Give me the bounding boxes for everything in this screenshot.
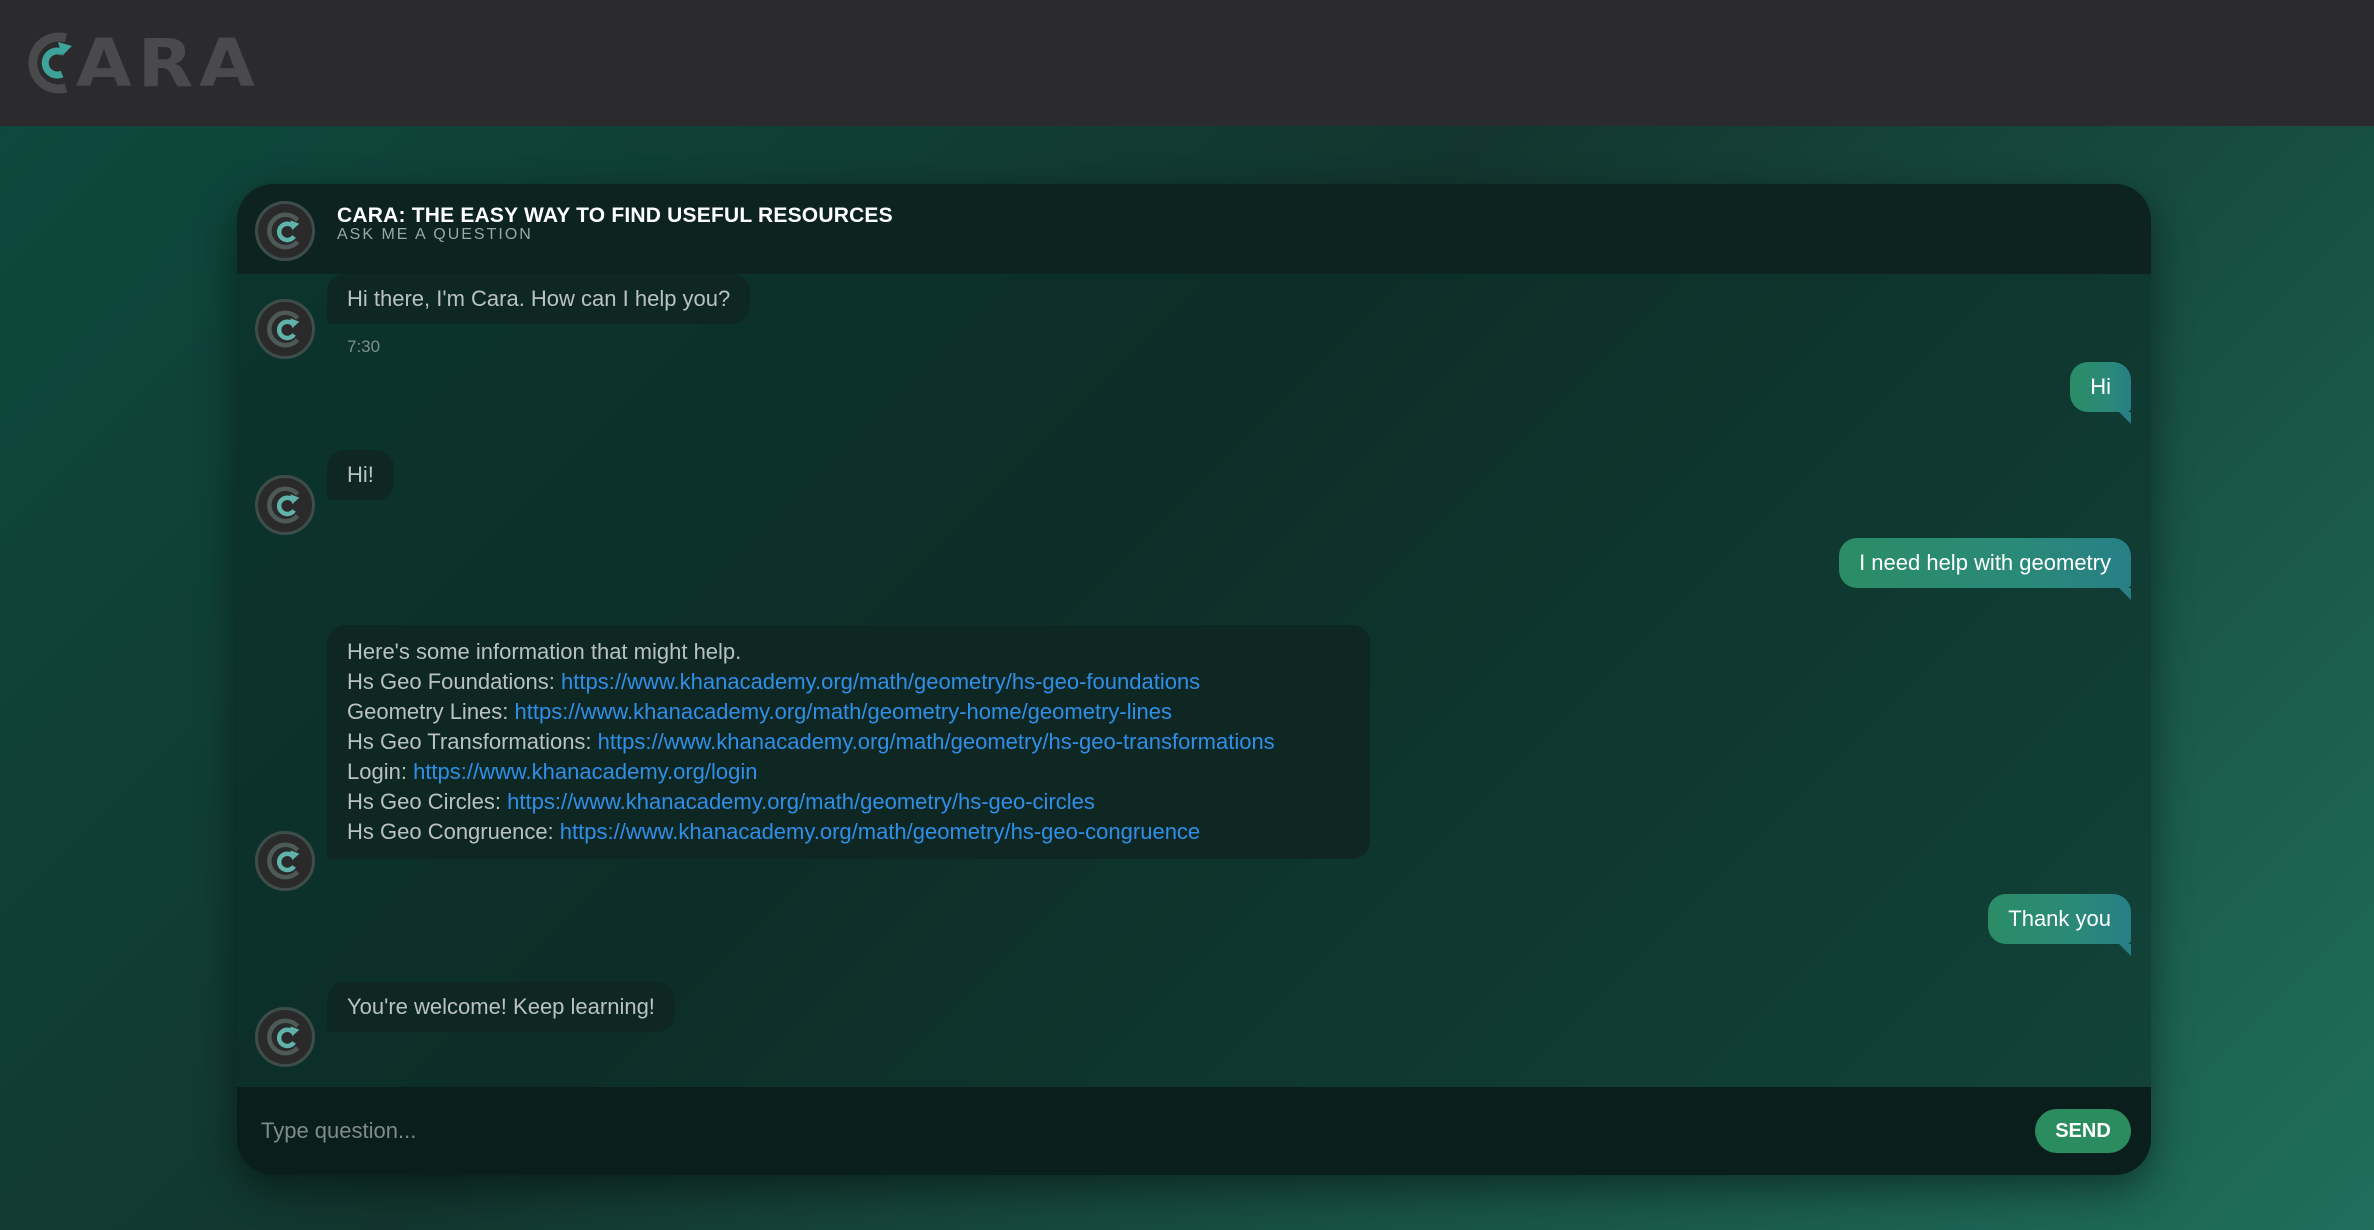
bubble-tail <box>2119 412 2131 424</box>
bubble-tail <box>2119 944 2131 956</box>
resources-intro: Here's some information that might help. <box>347 639 742 664</box>
cara-avatar-icon <box>255 1007 315 1067</box>
message-timestamp: 7:30 <box>347 337 381 356</box>
chat-window: CARA: THE EASY WAY TO FIND USEFUL RESOUR… <box>237 184 2151 1175</box>
cara-logo-icon <box>28 32 72 94</box>
resource-label: Hs Geo Circles: <box>347 789 502 814</box>
resource-link[interactable]: https://www.khanacademy.org/math/geometr… <box>515 699 1172 724</box>
resource-item: Hs Geo Foundations: https://www.khanacad… <box>347 667 1350 697</box>
resource-link[interactable]: https://www.khanacademy.org/login <box>413 759 757 784</box>
question-input[interactable] <box>261 1111 2011 1151</box>
resource-link[interactable]: https://www.khanacademy.org/math/geometr… <box>560 819 1200 844</box>
resource-label: Hs Geo Transformations: <box>347 729 592 754</box>
resource-item: Hs Geo Congruence: https://www.khanacade… <box>347 817 1350 847</box>
cara-avatar-icon <box>255 201 315 261</box>
resource-label: Hs Geo Congruence: <box>347 819 554 844</box>
top-bar: ARA <box>0 0 2374 126</box>
message-list[interactable]: Hi there, I'm Cara. How can I help you? … <box>237 274 2151 1070</box>
user-message: Hi <box>2070 362 2131 412</box>
resource-link[interactable]: https://www.khanacademy.org/math/geometr… <box>561 669 1200 694</box>
logo-text: ARA <box>76 24 261 102</box>
bot-message: Hi there, I'm Cara. How can I help you? <box>327 274 751 324</box>
chat-title: CARA: THE EASY WAY TO FIND USEFUL RESOUR… <box>337 204 893 227</box>
send-button[interactable]: SEND <box>2035 1109 2131 1153</box>
bot-resources-message: Here's some information that might help.… <box>327 625 1370 859</box>
resource-item: Login: https://www.khanacademy.org/login <box>347 757 1350 787</box>
cara-avatar-icon <box>255 475 315 535</box>
resource-link[interactable]: https://www.khanacademy.org/math/geometr… <box>507 789 1095 814</box>
chat-subtitle: ASK ME A QUESTION <box>337 226 533 243</box>
bubble-tail <box>2119 588 2131 600</box>
user-message: I need help with geometry <box>1839 538 2131 588</box>
cara-logo[interactable]: ARA <box>28 28 261 98</box>
resource-item: Hs Geo Transformations: https://www.khan… <box>347 727 1350 757</box>
resource-item: Geometry Lines: https://www.khanacademy.… <box>347 697 1350 727</box>
user-message: Thank you <box>1988 894 2131 944</box>
resource-label: Hs Geo Foundations: <box>347 669 555 694</box>
resource-item: Hs Geo Circles: https://www.khanacademy.… <box>347 787 1350 817</box>
resource-link[interactable]: https://www.khanacademy.org/math/geometr… <box>598 729 1275 754</box>
chat-header: CARA: THE EASY WAY TO FIND USEFUL RESOUR… <box>237 184 2151 274</box>
resource-label: Geometry Lines: <box>347 699 509 724</box>
cara-avatar-icon <box>255 831 315 891</box>
cara-avatar-icon <box>255 299 315 359</box>
bot-message: You're welcome! Keep learning! <box>327 982 675 1032</box>
resource-label: Login: <box>347 759 407 784</box>
bot-message: Hi! <box>327 450 394 500</box>
message-input-bar: SEND <box>237 1087 2151 1175</box>
